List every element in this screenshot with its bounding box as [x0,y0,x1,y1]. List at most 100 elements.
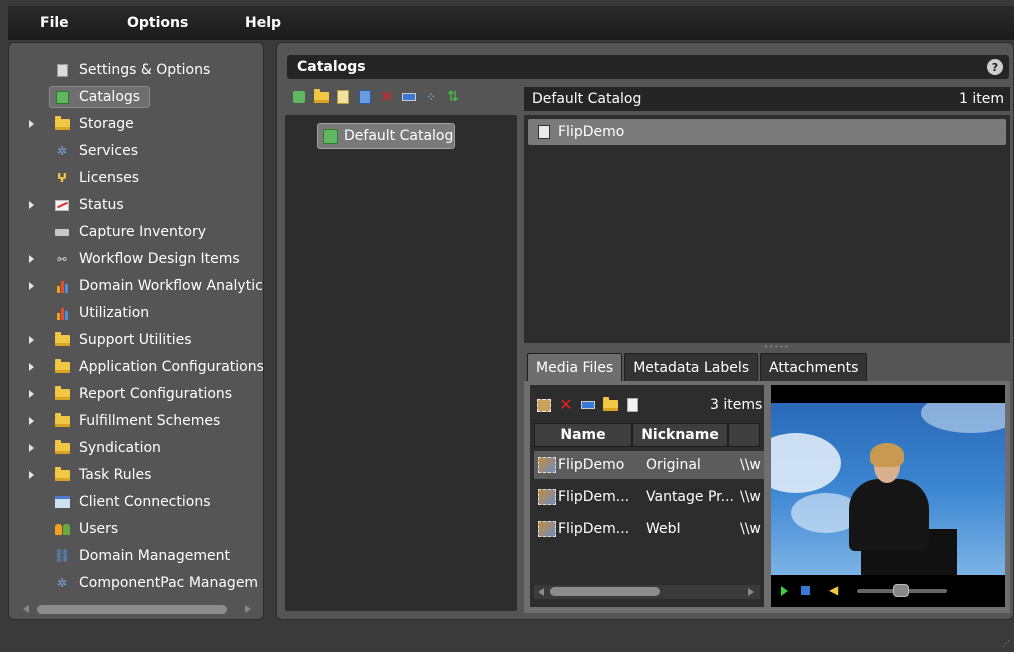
sidebar-item-domain-management[interactable]: ⛓ Domain Management [9,545,263,567]
tab-attachments[interactable]: Attachments [760,353,868,381]
stop-icon[interactable] [801,586,810,595]
media-file-icon [538,521,556,537]
sidebar-item-application-configurations[interactable]: Application Configurations [9,356,263,378]
sidebar-item-settings-options[interactable]: Settings & Options [9,59,263,81]
media-path: \\w [740,489,761,505]
expand-arrow-icon[interactable] [29,363,34,371]
new-folder-icon[interactable] [313,88,329,105]
sidebar-item-status[interactable]: Status [9,194,263,216]
sidebar-item-syndication[interactable]: Syndication [9,437,263,459]
folder-icon [54,385,70,402]
sidebar-item-label: ComponentPac Managem [79,575,259,591]
scroll-left-arrow-icon[interactable] [23,605,29,613]
delete-icon[interactable]: ✕ [379,89,395,105]
expand-arrow-icon[interactable] [29,201,34,209]
sidebar-item-fulfillment-schemes[interactable]: Fulfillment Schemes [9,410,263,432]
navigation-panel: Settings & Options Catalogs Storage ✲ Se… [8,42,264,620]
media-nickname: Vantage Pr... [646,489,734,505]
column-header-name[interactable]: Name [534,423,632,447]
expand-arrow-icon[interactable] [29,417,34,425]
sidebar-item-client-connections[interactable]: Client Connections [9,491,263,513]
table-row[interactable]: FlipDem... WebI \\w [534,515,764,543]
splitter-handle[interactable]: ••••• [764,343,789,351]
sidebar-item-licenses[interactable]: ⵖ Licenses [9,167,263,189]
item-name: FlipDemo [558,124,625,140]
sidebar-item-domain-workflow-analytic[interactable]: Domain Workflow Analytic [9,275,263,297]
catalog-list: Default Catalog [285,115,517,611]
expand-arrow-icon[interactable] [29,336,34,344]
scroll-right-arrow-icon[interactable] [748,588,754,596]
rename-media-icon[interactable] [580,397,596,413]
sidebar-item-label: Status [79,197,124,213]
help-icon[interactable]: ? [987,59,1003,75]
scroll-left-arrow-icon[interactable] [538,588,544,596]
sidebar-item-utilization[interactable]: Utilization [9,302,263,324]
media-name: FlipDem... [558,521,630,537]
column-header-nickname[interactable]: Nickname [632,423,728,447]
tab-media-files[interactable]: Media Files [527,353,623,381]
open-folder-icon[interactable] [602,396,618,413]
sidebar-item-users[interactable]: Users [9,518,263,540]
media-horizontal-scrollbar[interactable] [534,585,760,599]
expand-arrow-icon[interactable] [29,390,34,398]
sidebar-item-workflow-design-items[interactable]: ⚯ Workflow Design Items [9,248,263,270]
horizontal-scrollbar[interactable] [23,603,259,615]
delete-media-icon[interactable]: ✕ [558,397,574,413]
sidebar-item-catalogs[interactable]: Catalogs [9,86,263,108]
new-catalog-icon[interactable] [291,89,307,105]
scroll-right-arrow-icon[interactable] [245,605,251,613]
expand-arrow-icon[interactable] [29,444,34,452]
expand-arrow-icon[interactable] [29,282,34,290]
sidebar-item-label: Services [79,143,139,159]
resize-grip-icon[interactable]: ⋰ [1002,639,1010,648]
video-frame [771,403,1005,575]
catalog-icon [323,128,338,144]
sidebar-item-services[interactable]: ✲ Services [9,140,263,162]
client-connections-icon [54,494,70,510]
column-header-path[interactable] [728,423,760,447]
media-name: FlipDem... [558,489,630,505]
scrollbar-thumb[interactable] [37,605,227,614]
key-icon: ⵖ [56,171,68,185]
properties-icon[interactable] [335,89,351,105]
sidebar-item-task-rules[interactable]: Task Rules [9,464,263,486]
volume-slider-thumb[interactable] [893,584,909,597]
sidebar-item-report-configurations[interactable]: Report Configurations [9,383,263,405]
sidebar-item-support-utilities[interactable]: Support Utilities [9,329,263,351]
add-media-icon[interactable] [536,397,552,413]
catalogs-panel: Catalogs ? ✕ ⁘ ⇅ Default Catalog Default… [276,42,1014,620]
expand-arrow-icon[interactable] [29,120,34,128]
new-document-icon[interactable] [624,397,640,413]
person-body [849,479,929,551]
menu-options[interactable]: Options [127,15,188,31]
folder-icon [54,358,70,375]
expand-arrow-icon[interactable] [29,255,34,263]
sidebar-item-label: Application Configurations [79,359,264,375]
play-icon[interactable] [781,586,788,596]
menu-file[interactable]: File [40,15,69,31]
media-item-count: 3 items [710,397,763,413]
expand-arrow-icon[interactable] [29,471,34,479]
media-files-list: ✕ 3 items Name Nickname FlipDemo Origina… [530,385,764,607]
table-row[interactable]: FlipDem... Vantage Pr... \\w [534,483,764,511]
sidebar-item-capture-inventory[interactable]: Capture Inventory [9,221,263,243]
refresh-icon[interactable]: ⇅ [445,89,461,105]
componentpac-icon: ✲ [56,576,68,590]
list-item[interactable]: FlipDemo [528,119,1006,145]
users-icon [54,521,70,537]
sparkle-icon[interactable]: ⁘ [423,89,439,105]
menu-help[interactable]: Help [245,15,281,31]
table-row[interactable]: FlipDemo Original \\w [534,451,764,479]
sidebar-item-componentpac-management[interactable]: ✲ ComponentPac Managem [9,572,263,594]
scrollbar-thumb[interactable] [550,587,660,596]
rename-icon[interactable] [401,89,417,105]
sidebar-item-storage[interactable]: Storage [9,113,263,135]
sidebar-item-label: Workflow Design Items [79,251,240,267]
tab-metadata-labels[interactable]: Metadata Labels [624,353,759,381]
media-file-icon [538,489,556,505]
media-nickname: WebI [646,521,681,537]
sidebar-item-label: Report Configurations [79,386,233,402]
import-icon[interactable] [357,89,373,105]
catalog-list-item[interactable]: Default Catalog [317,123,455,149]
volume-icon[interactable]: ◀ [829,583,838,597]
